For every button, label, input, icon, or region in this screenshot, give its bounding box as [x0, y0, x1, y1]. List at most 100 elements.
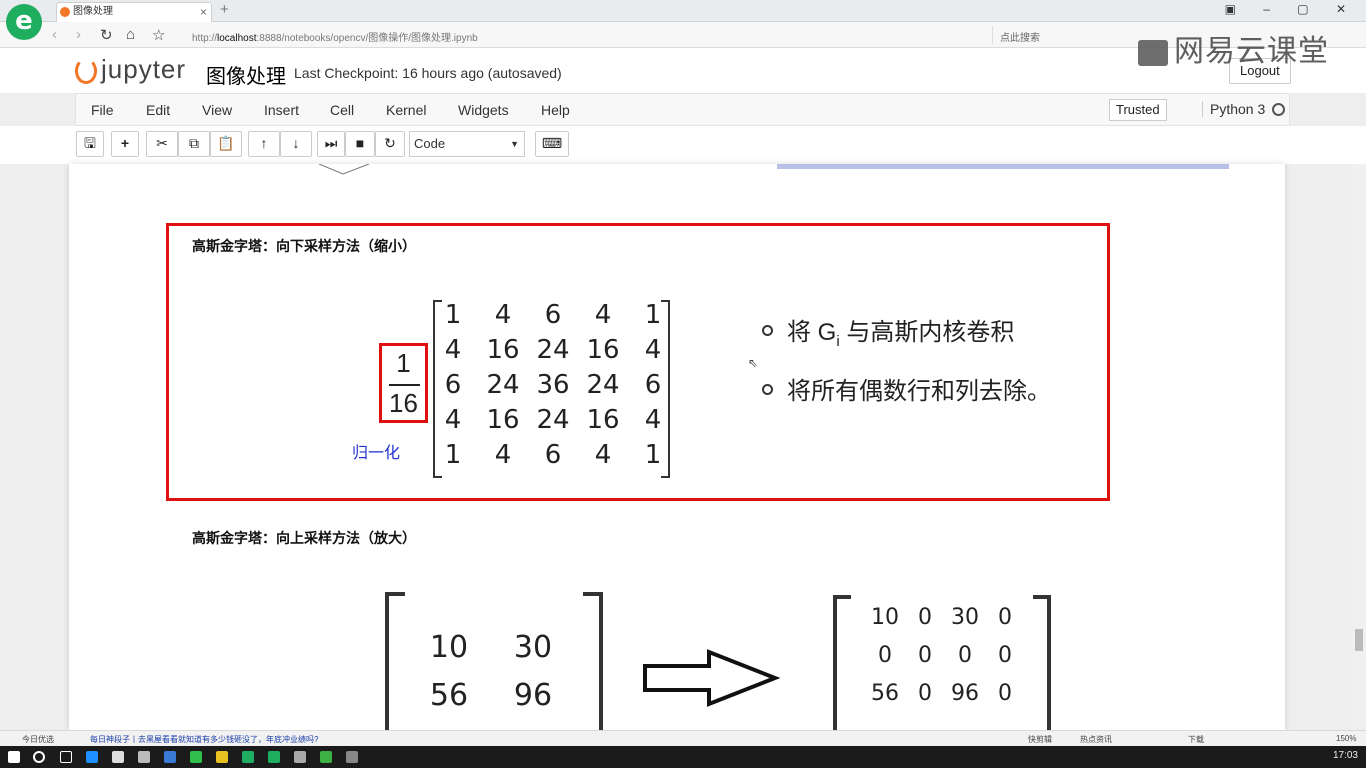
menu-insert[interactable]: Insert	[264, 102, 299, 118]
matrix-cell: 16	[486, 335, 520, 365]
status-news-link[interactable]: 每日神段子丨去黑屋看看就知道有多少钱砸没了，年底冲业绩吗?	[90, 734, 318, 745]
app-icon[interactable]	[346, 751, 358, 763]
matrix-cell: 96	[513, 678, 553, 713]
matrix-cell: 4	[494, 440, 512, 470]
normalize-annotation: 归一化	[352, 443, 401, 462]
matrix-cell: 10	[871, 605, 899, 630]
menu-help[interactable]: Help	[541, 102, 570, 118]
browser-tab[interactable]: 图像处理 ×	[56, 2, 212, 22]
matrix-cell: 4	[594, 440, 612, 470]
matrix-cell: 16	[586, 335, 620, 365]
edge-icon[interactable]	[86, 751, 98, 763]
matrix-cell: 4	[494, 300, 512, 330]
matrix-cell: 24	[586, 370, 620, 400]
search-placeholder: 点此搜索	[1000, 33, 1040, 44]
previous-image-fragment	[318, 164, 370, 175]
url-field[interactable]: http://localhost:8888/notebooks/opencv/图…	[192, 29, 478, 44]
menu-edit[interactable]: Edit	[146, 102, 170, 118]
move-down-icon[interactable]: ↓	[280, 131, 312, 157]
keyboard-icon[interactable]: ⌨	[535, 131, 569, 157]
matrix-cell: 1	[444, 300, 462, 330]
matrix-cell: 0	[958, 643, 972, 668]
star-icon[interactable]: ☆	[152, 26, 165, 44]
status-zoom[interactable]: 150%	[1336, 734, 1356, 743]
app-icon[interactable]	[320, 751, 332, 763]
checkpoint-status: Last Checkpoint: 16 hours ago (autosaved…	[294, 65, 562, 81]
matrix-cell: 4	[444, 405, 462, 435]
matrix-cell: 1	[644, 300, 662, 330]
bullet-icon	[762, 384, 773, 396]
cut-icon[interactable]: ✂	[146, 131, 178, 157]
refresh-icon[interactable]: ↻	[100, 26, 113, 44]
matrix-cell: 24	[536, 405, 570, 435]
matrix-left-bracket	[833, 595, 851, 730]
task-view-icon[interactable]	[60, 751, 72, 763]
matrix-cell: 4	[594, 300, 612, 330]
matrix-cell: 0	[878, 643, 892, 668]
browser-status-bar: 今日优选 每日神段子丨去黑屋看看就知道有多少钱砸没了，年底冲业绩吗? 快剪辑 热…	[0, 730, 1366, 746]
matrix-cell: 6	[544, 300, 562, 330]
window-controls[interactable]: ▣ – ▢ ✕	[1225, 2, 1358, 16]
menu-file[interactable]: File	[91, 102, 114, 118]
menu-kernel[interactable]: Kernel	[386, 102, 426, 118]
explorer-icon[interactable]	[216, 751, 228, 763]
matrix-cell: 16	[486, 405, 520, 435]
home-icon[interactable]: ⌂	[126, 26, 135, 43]
browser-icon[interactable]	[268, 751, 280, 763]
app-icon[interactable]	[164, 751, 176, 763]
forward-icon[interactable]: ›	[76, 26, 81, 43]
notebook-name[interactable]: 图像处理	[206, 60, 286, 89]
matrix-right-bracket	[1033, 595, 1051, 730]
wechat-icon[interactable]	[190, 751, 202, 763]
run-icon[interactable]: ⏭	[317, 131, 345, 157]
fraction-highlight: 1 16	[379, 343, 428, 423]
taskbar-clock[interactable]: 17:03	[1333, 750, 1358, 761]
matrix-cell: 24	[486, 370, 520, 400]
matrix-cell: 0	[918, 681, 932, 706]
status-quick-edit[interactable]: 快剪辑	[1028, 734, 1052, 745]
paste-icon[interactable]: 📋	[210, 131, 242, 157]
upsample-title: 高斯金字塔：向上采样方法（放大）	[192, 530, 416, 546]
jupyter-logo[interactable]: jupyter	[75, 54, 186, 85]
browser-icon[interactable]	[242, 751, 254, 763]
back-icon[interactable]: ‹	[52, 26, 57, 43]
app-icon[interactable]	[294, 751, 306, 763]
move-up-icon[interactable]: ↑	[248, 131, 280, 157]
mail-icon[interactable]	[138, 751, 150, 763]
downsample-title: 高斯金字塔：向下采样方法（缩小）	[192, 238, 416, 254]
matrix-cell: 16	[586, 405, 620, 435]
notebook-toolbar: 🖫 + ✂ ⧉ 📋 ↑ ↓ ⏭ ■ ↻ Code ▼ ⌨	[0, 126, 1366, 164]
watermark-logo-icon	[1138, 39, 1168, 66]
matrix-cell: 4	[644, 405, 662, 435]
matrix-cell: 56	[429, 678, 469, 713]
cell-type-select[interactable]: Code ▼	[409, 131, 525, 157]
search-icon[interactable]	[33, 751, 45, 763]
status-left-label[interactable]: 今日优选	[22, 734, 54, 745]
previous-image-edge	[777, 164, 1229, 169]
new-tab-button[interactable]: +	[220, 1, 229, 18]
copy-icon[interactable]: ⧉	[178, 131, 210, 157]
matrix-cell: 24	[536, 335, 570, 365]
fraction-bar	[389, 384, 420, 386]
restart-icon[interactable]: ↻	[375, 131, 405, 157]
store-icon[interactable]	[112, 751, 124, 763]
matrix-cell: 30	[951, 605, 979, 630]
save-icon[interactable]: 🖫	[76, 131, 104, 157]
insert-cell-icon[interactable]: +	[111, 131, 139, 157]
expand-arrow-icon	[643, 649, 781, 707]
matrix-cell: 1	[444, 440, 462, 470]
status-hot-news[interactable]: 热点资讯	[1080, 734, 1112, 745]
notebook-scrollbar[interactable]	[1352, 164, 1366, 730]
menu-widgets[interactable]: Widgets	[458, 102, 509, 118]
scroll-thumb[interactable]	[1355, 629, 1363, 651]
matrix-cell: 4	[444, 335, 462, 365]
trusted-indicator[interactable]: Trusted	[1109, 99, 1167, 121]
menu-cell[interactable]: Cell	[330, 102, 354, 118]
stop-icon[interactable]: ■	[345, 131, 375, 157]
status-download[interactable]: 下载	[1188, 734, 1204, 745]
menu-view[interactable]: View	[202, 102, 232, 118]
matrix-right-bracket	[583, 592, 603, 730]
matrix-cell: 6	[644, 370, 662, 400]
start-icon[interactable]	[8, 751, 20, 763]
close-tab-icon[interactable]: ×	[200, 3, 207, 21]
